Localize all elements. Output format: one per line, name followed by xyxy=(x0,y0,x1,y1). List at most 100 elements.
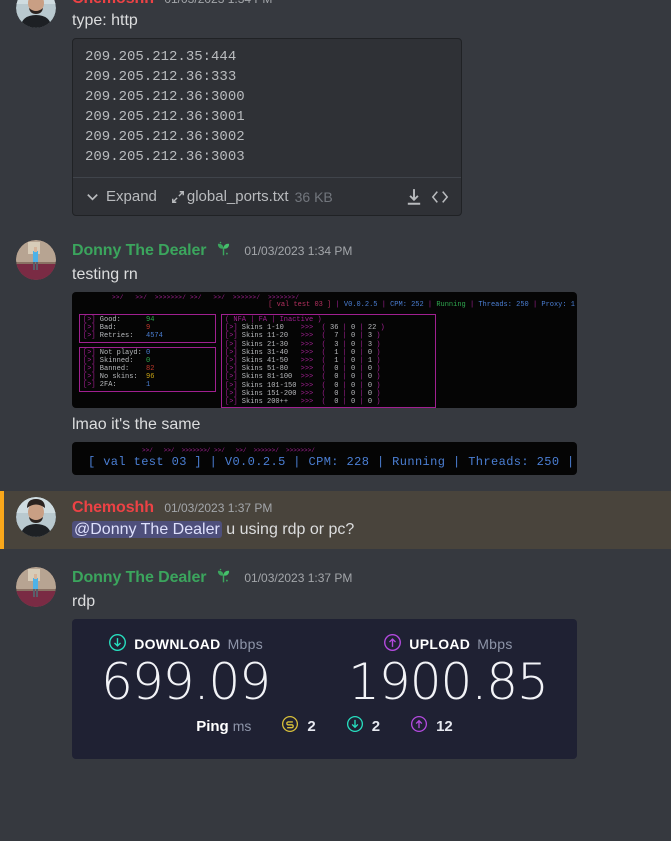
idle-latency-icon xyxy=(281,715,299,737)
terminal-stat-row: [>] Bad: 9 xyxy=(83,324,151,333)
upload-circle-icon xyxy=(410,715,428,737)
upload-label: UPLOAD xyxy=(409,636,471,652)
ping-upload-group: 12 xyxy=(410,715,453,737)
ping-download-group: 2 xyxy=(346,715,380,737)
terminal-skins-row: [>] Skins 1-10 >>> ( 36 | 0 | 22 ) xyxy=(225,324,385,333)
speedtest-ping-row: Ping ms 2 2 12 xyxy=(196,715,453,737)
message-author[interactable]: Donny The Dealer xyxy=(72,242,207,259)
message-author[interactable]: Chemoshh xyxy=(72,499,154,516)
speedtest-columns: DOWNLOAD Mbps 699.09 UPLOAD Mbps 1900.85 xyxy=(101,633,549,711)
attachment-filename[interactable]: global_ports.txt xyxy=(187,188,289,205)
idle-value: 2 xyxy=(307,717,316,735)
terminal-proxy-label: Proxy: xyxy=(541,301,567,309)
attachment-footer: Expand global_ports.txt 36 KB xyxy=(73,177,461,215)
message-text: @Donny The Dealer u using rdp or pc? xyxy=(72,519,655,541)
bar-name: [ val test 03 ] xyxy=(88,455,203,469)
message-timestamp: 01/03/2023 1:34 PM xyxy=(164,0,272,6)
message-header: Donny The Dealer 01/03/2023 1:34 PM xyxy=(72,240,655,264)
terminal-skins-row: [>] Skins 11-20 >>> ( 7 | 0 | 3 ) xyxy=(225,332,381,341)
ping-label: Ping xyxy=(196,717,229,735)
status-bar-text: [ val test 03 ] | V0.0.2.5 | CPM: 228 | … xyxy=(88,455,575,469)
avatar[interactable] xyxy=(16,567,56,607)
ping-upload-value: 12 xyxy=(436,717,453,735)
speedtest-download-header: DOWNLOAD Mbps xyxy=(101,633,270,655)
terminal-panel-results: [>] Good: 94 [>] Bad: 9 [>] Retries: 4574 xyxy=(79,314,216,343)
terminal-threads-label: Threads: xyxy=(478,301,512,309)
avatar[interactable] xyxy=(16,497,56,537)
terminal-stat-row: [>] No skins: 96 xyxy=(83,373,155,382)
terminal-stat-row: [>] 2FA: 1 xyxy=(83,381,151,390)
message-text: testing rn xyxy=(72,266,138,283)
message-text-rest: u using rdp or pc? xyxy=(221,521,355,538)
message-author[interactable]: Donny The Dealer xyxy=(72,569,207,586)
terminal-skins-row: [>] Skins 81-100 >>> ( 0 | 0 | 0 ) xyxy=(225,373,381,382)
message-author[interactable]: Chemoshh xyxy=(72,0,154,7)
terminal-skins-rows: [>] Skins 1-10 >>> ( 36 | 0 | 22 ) [>] Sk… xyxy=(225,324,432,406)
message-group[interactable]: Donny The Dealer 01/03/2023 1:34 PM test… xyxy=(0,238,671,477)
terminal-stat-row: [>] Good: 94 xyxy=(83,316,155,324)
message-header: Chemoshh 01/03/2023 1:37 PM xyxy=(72,497,655,519)
speedtest-upload-header: UPLOAD Mbps xyxy=(348,633,548,655)
message-header: Donny The Dealer 01/03/2023 1:37 PM xyxy=(72,567,655,591)
attachment-code-preview: 209.205.212.35:444 209.205.212.36:333 20… xyxy=(85,49,245,165)
terminal-ascii-art: >>/ >>/ >>>>>>>/ >>/ >>/ >>>>>>/ >>>>>>>… xyxy=(112,294,300,301)
terminal-skins-row: [>] Skins 21-30 >>> ( 3 | 0 | 3 ) xyxy=(225,340,381,349)
terminal-skins-row: [>] Skins 151-200 >>> ( 0 | 0 | 0 ) xyxy=(225,389,381,398)
bar-cpm-label: CPM: xyxy=(308,455,339,469)
terminal-stat-row: [>] Banned: 82 xyxy=(83,365,155,374)
message-text: type: http xyxy=(72,12,138,29)
terminal-stat-row: [>] Skinned: 0 xyxy=(83,356,151,365)
terminal-skins-row: [>] Skins 31-40 >>> ( 1 | 0 | 0 ) xyxy=(225,348,381,357)
upload-circle-icon xyxy=(383,633,402,655)
terminal-skins-row: [>] Skins 51-80 >>> ( 0 | 0 | 0 ) xyxy=(225,365,381,374)
terminal-right-column: ( NFA | FA | Inactive ) [>] Skins 1-10 >… xyxy=(221,314,436,408)
chevron-down-icon[interactable] xyxy=(85,189,100,204)
avatar[interactable] xyxy=(16,240,56,280)
download-value: 699.09 xyxy=(101,653,271,711)
message-group[interactable]: Donny The Dealer 01/03/2023 1:37 PM rdp xyxy=(0,565,671,761)
seedling-emoji xyxy=(215,240,232,264)
terminal-panels: [>] Good: 94 [>] Bad: 9 [>] Retries: 4574 … xyxy=(72,310,577,408)
message-timestamp: 01/03/2023 1:37 PM xyxy=(244,571,353,585)
terminal-screenshot-image[interactable]: >>/ >>/ >>>>>>>/ >>/ >>/ >>>>>>/ >>>>>>>… xyxy=(72,292,577,408)
user-mention[interactable]: @Donny The Dealer xyxy=(72,521,222,538)
terminal-skins-row: [>] Skins 101-150 >>> ( 0 | 0 | 0 ) xyxy=(225,381,381,390)
terminal-stat-row: [>] Not playd: 0 xyxy=(83,348,151,357)
ping-unit: ms xyxy=(232,717,252,734)
terminal-status-line: [ val test 03 ] | V0.0.2.5 | CPM: 252 | … xyxy=(268,301,575,309)
terminal-proxy: 1 xyxy=(570,301,575,309)
ping-download-value: 2 xyxy=(371,717,381,735)
bar-cpm: 228 xyxy=(346,455,370,469)
avatar[interactable] xyxy=(16,0,56,28)
bar-threads: 250 xyxy=(536,455,560,469)
bar-threads-label: Threads: xyxy=(468,455,530,469)
message-timestamp: 01/03/2023 1:37 PM xyxy=(164,501,273,515)
download-circle-icon xyxy=(108,633,127,655)
discord-message-list[interactable]: Chemoshh 01/03/2023 1:34 PM type: http 2… xyxy=(0,0,671,827)
bar-state: Running xyxy=(392,455,446,469)
ping-idle-group: 2 xyxy=(281,715,316,737)
expand-label[interactable]: Expand xyxy=(106,188,157,205)
diagonal-expand-icon[interactable] xyxy=(171,190,185,204)
speedtest-result-image[interactable]: DOWNLOAD Mbps 699.09 UPLOAD Mbps 1900.85… xyxy=(72,619,577,759)
terminal-cpm: 252 xyxy=(411,301,424,309)
download-circle-icon xyxy=(346,715,364,737)
terminal-cpm-label: CPM: xyxy=(390,301,407,309)
ping-label-group: Ping ms xyxy=(196,718,251,735)
message-group-mention[interactable]: Chemoshh 01/03/2023 1:37 PM @Donny The D… xyxy=(0,491,671,549)
terminal-panel-accounts: [>] Not playd: 0 [>] Skinned: 0 [>] Banned… xyxy=(79,346,216,392)
download-icon[interactable] xyxy=(405,188,423,206)
terminal-status-bar-image[interactable]: >>/ >>/ >>>>>>>/ >>/ >>/ >>>>>>/ >>>>>>>… xyxy=(72,442,577,475)
terminal-skins-row: [>] Skins 41-50 >>> ( 1 | 0 | 1 ) xyxy=(225,357,381,366)
message-group[interactable]: Chemoshh 01/03/2023 1:34 PM type: http 2… xyxy=(0,0,671,218)
file-attachment-preview[interactable]: 209.205.212.35:444 209.205.212.36:333 20… xyxy=(72,38,462,216)
terminal-panel-skins: ( NFA | FA | Inactive ) [>] Skins 1-10 >… xyxy=(221,314,436,408)
speedtest-upload-column: UPLOAD Mbps 1900.85 xyxy=(348,633,549,709)
status-bar-wrap: >>/ >>/ >>>>>>>/ >>/ >>/ >>>>>>/ >>>>>>>… xyxy=(72,442,577,475)
terminal-threads: 250 xyxy=(516,301,529,309)
code-brackets-icon[interactable] xyxy=(431,188,449,206)
bar-version: V0.0.2.5 xyxy=(224,455,286,469)
upload-unit: Mbps xyxy=(477,636,513,652)
download-label: DOWNLOAD xyxy=(134,636,221,652)
seedling-emoji xyxy=(215,567,232,591)
